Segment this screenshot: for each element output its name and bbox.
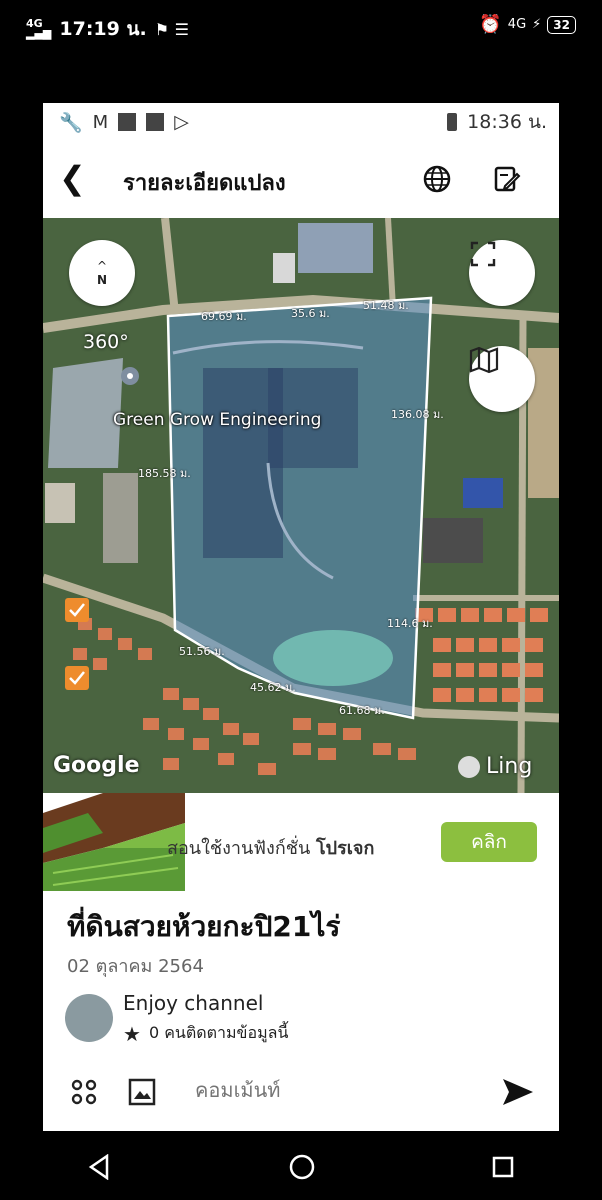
globe-icon[interactable] (421, 163, 453, 195)
measure-label: 185.58 ม. (138, 467, 191, 480)
measure-label: 35.6 ม. (291, 307, 330, 320)
followers-count: 0 คนติดตามข้อมูลนี้ (148, 1023, 289, 1042)
signal-icon: 4G ▂▄▆ (26, 17, 52, 40)
measure-label: 51.56 ม. (179, 645, 225, 658)
place-label: Green Grow Engineering (113, 410, 322, 430)
comment-bar (43, 1065, 559, 1121)
expand-icon (470, 241, 496, 267)
measure-label: 45.62 ม. (250, 681, 296, 694)
back-icon[interactable]: ❮ (59, 159, 86, 197)
post-date: 02 ตุลาคม 2564 (67, 956, 204, 977)
compass-icon: ^ N (96, 259, 108, 287)
map-icon (469, 346, 499, 374)
wrench-icon: 🔧 (59, 111, 83, 134)
battery-indicator: 32 (547, 15, 576, 34)
map-type-button[interactable] (469, 346, 535, 412)
system-status-bar: 4G ▂▄▆ 17:19 น. ⚑ ☰ ⏰ 4G ⚡ 32 (0, 0, 602, 52)
network-label: 4G (507, 17, 527, 32)
system-nav-bar (0, 1138, 602, 1200)
promo-banner[interactable]: สอนใช้งานฟังก์ชั่น โปรเจก คลิก (43, 793, 559, 891)
more-options-icon[interactable] (69, 1077, 99, 1107)
app-screen: 🔧 M ▷ 18:36 น. ❮ รายละเอียดแปลง ^ N 360°… (43, 103, 559, 1131)
image-icon[interactable] (127, 1077, 157, 1107)
click-button[interactable]: คลิก (441, 822, 537, 862)
app-icon (146, 113, 165, 131)
gmail-icon: M (92, 111, 109, 133)
send-icon[interactable] (501, 1077, 535, 1107)
promo-text: สอนใช้งานฟังก์ชั่น โปรเจก (167, 838, 375, 859)
view-360-label[interactable]: 360° (83, 331, 129, 353)
follow-info[interactable]: ★ 0 คนติดตามข้อมูลนี้ (123, 1021, 288, 1046)
page-title: รายละเอียดแปลง (123, 171, 286, 196)
battery-icon (447, 113, 458, 131)
app-header: ❮ รายละเอียดแปลง (43, 141, 559, 218)
measure-label: 51.48 ม. (363, 299, 409, 312)
measure-label: 136.08 ม. (391, 408, 444, 421)
measure-label: 69.69 ม. (201, 310, 247, 323)
app-icon (118, 113, 137, 131)
farm-illustration (43, 793, 185, 891)
play-icon: ▷ (174, 111, 189, 133)
app-status-bar: 🔧 M ▷ 18:36 น. (43, 103, 559, 141)
recents-nav-icon[interactable] (491, 1155, 515, 1183)
alarm-icon: ⏰ (479, 14, 502, 35)
measure-label: 114.6 ม. (387, 617, 433, 630)
ling-logo-icon (458, 755, 480, 778)
charging-icon: ⚡ (532, 17, 542, 32)
compass-button[interactable]: ^ N (69, 240, 135, 306)
notification-icons: ⚑ ☰ (154, 19, 189, 39)
back-nav-icon[interactable] (87, 1153, 113, 1184)
satellite-map[interactable]: ^ N 360° Green Grow Engineering 69.69 ม. … (43, 218, 559, 793)
author-name[interactable]: Enjoy channel (123, 991, 263, 1015)
home-nav-icon[interactable] (288, 1153, 316, 1185)
edit-icon[interactable] (491, 163, 523, 195)
avatar[interactable] (65, 994, 113, 1042)
system-clock: 17:19 น. (59, 18, 147, 40)
star-icon: ★ (123, 1021, 141, 1046)
app-clock: 18:36 น. (467, 111, 547, 133)
comment-input[interactable] (193, 1077, 497, 1103)
google-logo: Google (53, 753, 140, 778)
post-title: ที่ดินสวยห้วยกะปิ21ไร่ (67, 910, 341, 943)
ling-watermark: Ling (458, 754, 532, 779)
measure-label: 61.68 ม. (339, 704, 385, 717)
fullscreen-button[interactable] (469, 240, 535, 306)
